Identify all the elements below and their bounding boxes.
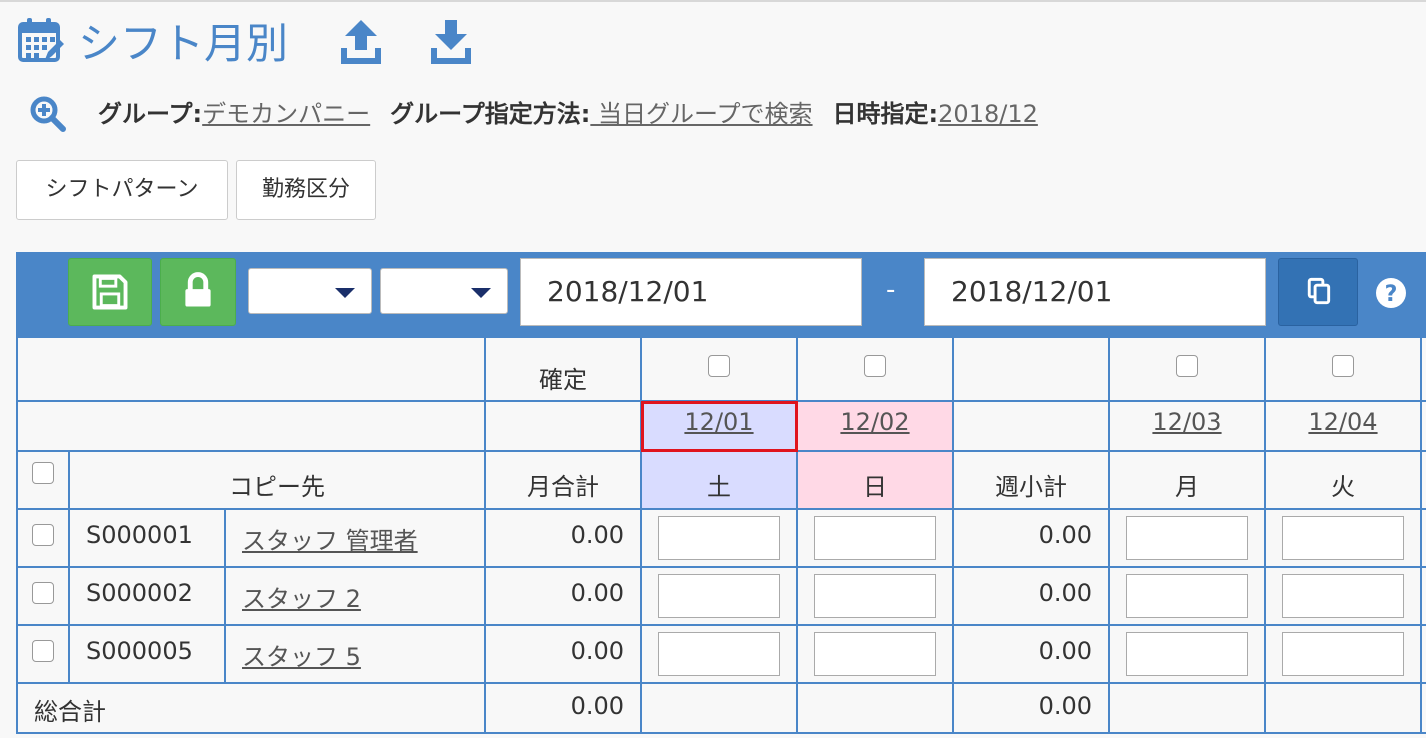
shift-input[interactable] [814,632,936,676]
shift-input[interactable] [658,632,780,676]
page-title: シフト月別 [78,19,289,68]
download-icon[interactable] [427,18,475,68]
copy-button[interactable] [1278,258,1358,326]
shift-input[interactable] [814,574,936,618]
weekday-header-sat: 土 [707,473,731,501]
group-method-link[interactable]: 当日グループで検索 [590,100,813,128]
shift-pattern-button[interactable]: シフトパターン [16,160,228,220]
group-label: グループ: [98,100,203,128]
date-link-1203[interactable]: 12/03 [1110,408,1264,436]
date-spec-link[interactable]: 2018/12 [938,100,1038,128]
date-link-1204[interactable]: 12/04 [1266,408,1420,436]
confirm-checkbox-1201[interactable] [708,355,730,377]
week-subtotal-header: 週小計 [995,473,1067,501]
zoom-in-search-icon[interactable] [28,94,68,134]
month-total-value: 0.00 [570,637,624,665]
filter-select-2[interactable] [380,268,508,314]
chevron-down-icon [471,288,491,298]
month-total-value: 0.00 [570,521,624,549]
week-subtotal-value: 0.00 [1038,521,1092,549]
svg-text:?: ? [1385,282,1398,307]
grand-month-total-value: 0.00 [570,692,624,720]
staff-name-link[interactable]: スタッフ 2 [242,579,361,614]
weekday-header-sun: 日 [863,473,887,501]
week-subtotal-value: 0.00 [1038,579,1092,607]
date-spec-label: 日時指定: [832,100,939,128]
month-total-value: 0.00 [570,579,624,607]
copy-destination-header: コピー先 [229,473,325,501]
date-from-input[interactable]: 2018/12/01 [520,258,862,326]
grand-total-label: 総合計 [34,698,106,726]
shift-input[interactable] [1126,632,1248,676]
chevron-down-icon [335,288,355,298]
staff-code: S000005 [86,637,193,665]
staff-code: S000002 [86,579,193,607]
save-button[interactable] [68,258,152,326]
weekday-header-mon: 月 [1175,473,1199,501]
upload-icon[interactable] [337,18,385,68]
row-checkbox[interactable] [32,640,54,662]
staff-code: S000001 [86,521,193,549]
confirm-checkbox-1202[interactable] [864,355,886,377]
confirm-checkbox-1204[interactable] [1332,355,1354,377]
weekday-header-tue: 火 [1331,473,1355,501]
filter-select-1[interactable] [248,268,372,314]
row-checkbox[interactable] [32,582,54,604]
confirm-checkbox-1203[interactable] [1176,355,1198,377]
staff-name-link[interactable]: スタッフ 管理者 [242,521,418,556]
selected-date-highlight [641,401,798,452]
group-link[interactable]: デモカンパニー [202,100,370,128]
shift-input[interactable] [1282,516,1404,560]
month-total-header: 月合計 [527,473,599,501]
shift-input[interactable] [1126,516,1248,560]
floppy-save-icon [92,274,128,310]
grand-week-subtotal-value: 0.00 [1038,692,1092,720]
shift-input[interactable] [658,516,780,560]
lock-icon [185,272,211,307]
shift-input[interactable] [658,574,780,618]
calendar-edit-icon [18,18,64,62]
copy-icon [1307,277,1331,305]
select-all-checkbox[interactable] [32,462,54,484]
staff-name-link[interactable]: スタッフ 5 [242,637,361,672]
shift-input[interactable] [1282,574,1404,618]
date-link-1202[interactable]: 12/02 [798,408,952,436]
date-range-separator: - [886,275,896,305]
row-checkbox[interactable] [32,524,54,546]
shift-input[interactable] [814,516,936,560]
week-subtotal-value: 0.00 [1038,637,1092,665]
date-to-input[interactable]: 2018/12/01 [924,258,1266,326]
confirm-label: 確定 [539,366,587,394]
filter-summary: グループ:デモカンパニー グループ指定方法: 当日グループで検索 日時指定:2018… [98,96,1038,132]
help-icon[interactable]: ? [1374,276,1408,310]
shift-input[interactable] [1282,632,1404,676]
work-category-button[interactable]: 勤務区分 [236,160,376,220]
lock-button[interactable] [160,258,236,326]
shift-input[interactable] [1126,574,1248,618]
group-method-label: グループ指定方法: [390,100,591,128]
